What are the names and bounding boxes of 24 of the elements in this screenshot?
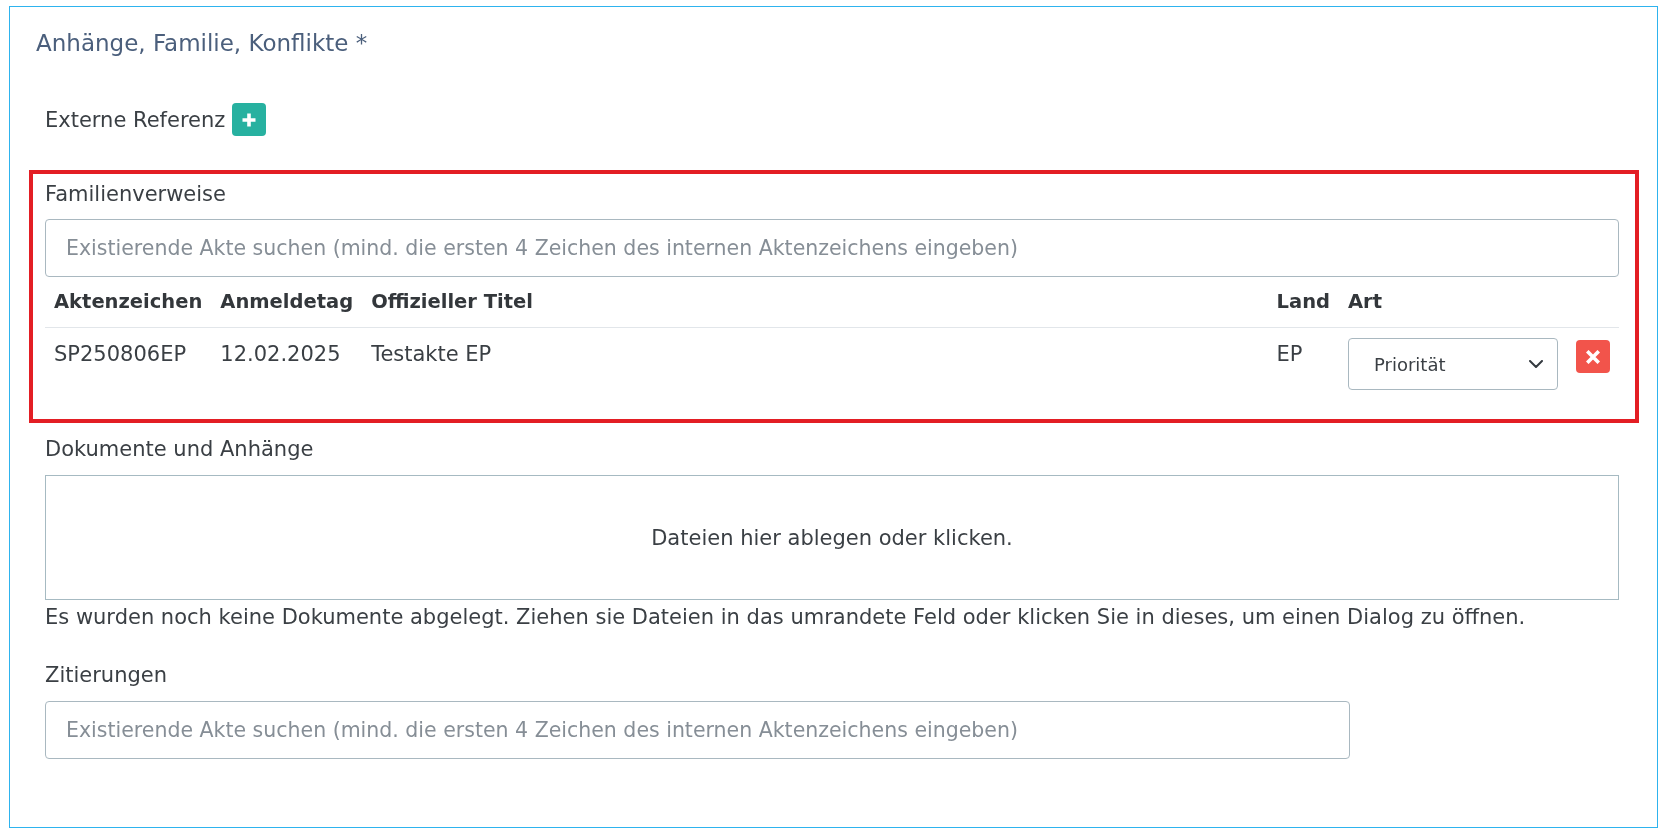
search-field[interactable]: Existierende Akte suchen (mind. die ersten 4 Zeichen des internen Aktenzeichens eingeben) <box>45 219 1619 277</box>
field-label: Familienverweise <box>45 181 227 208</box>
field-label: Dokumente und Anhänge <box>45 436 315 463</box>
column-header: Anmeldetag <box>211 277 363 328</box>
table-cell-text: 12.02.2025 <box>219 341 342 368</box>
table-cell-text: SP250806EP <box>53 341 188 368</box>
column-header: Aktenzeichen <box>45 277 212 328</box>
help-text: Es wurden noch keine Dokumente abgelegt. Ziehen sie Dateien in das umrandete Feld oder klicken Sie in dieses, um einen Dialog zu öffnen. <box>45 604 1527 631</box>
type-select[interactable]: Priorität <box>1348 338 1558 390</box>
section-title: Anhänge, Familie, Konflikte * <box>36 29 369 58</box>
table-cell-text: EP <box>1275 341 1304 368</box>
plus-icon <box>242 112 257 127</box>
add-button[interactable] <box>232 103 267 136</box>
file-drop-zone[interactable]: Dateien hier ablegen oder klicken. <box>45 475 1619 600</box>
cross-icon <box>1586 349 1600 364</box>
field-label: Externe Referenz <box>45 106 226 134</box>
column-header: Land <box>1267 277 1339 328</box>
chevron-down-icon <box>1529 360 1543 368</box>
table-cell-text: Testakte EP <box>370 341 493 368</box>
delete-button[interactable] <box>1576 340 1610 373</box>
column-header: Art <box>1339 277 1567 328</box>
search-field[interactable]: Existierende Akte suchen (mind. die ersten 4 Zeichen des internen Aktenzeichens eingeben) <box>45 701 1350 759</box>
column-header: Offizieller Titel <box>362 277 1268 328</box>
field-label: Zitierungen <box>45 662 169 689</box>
